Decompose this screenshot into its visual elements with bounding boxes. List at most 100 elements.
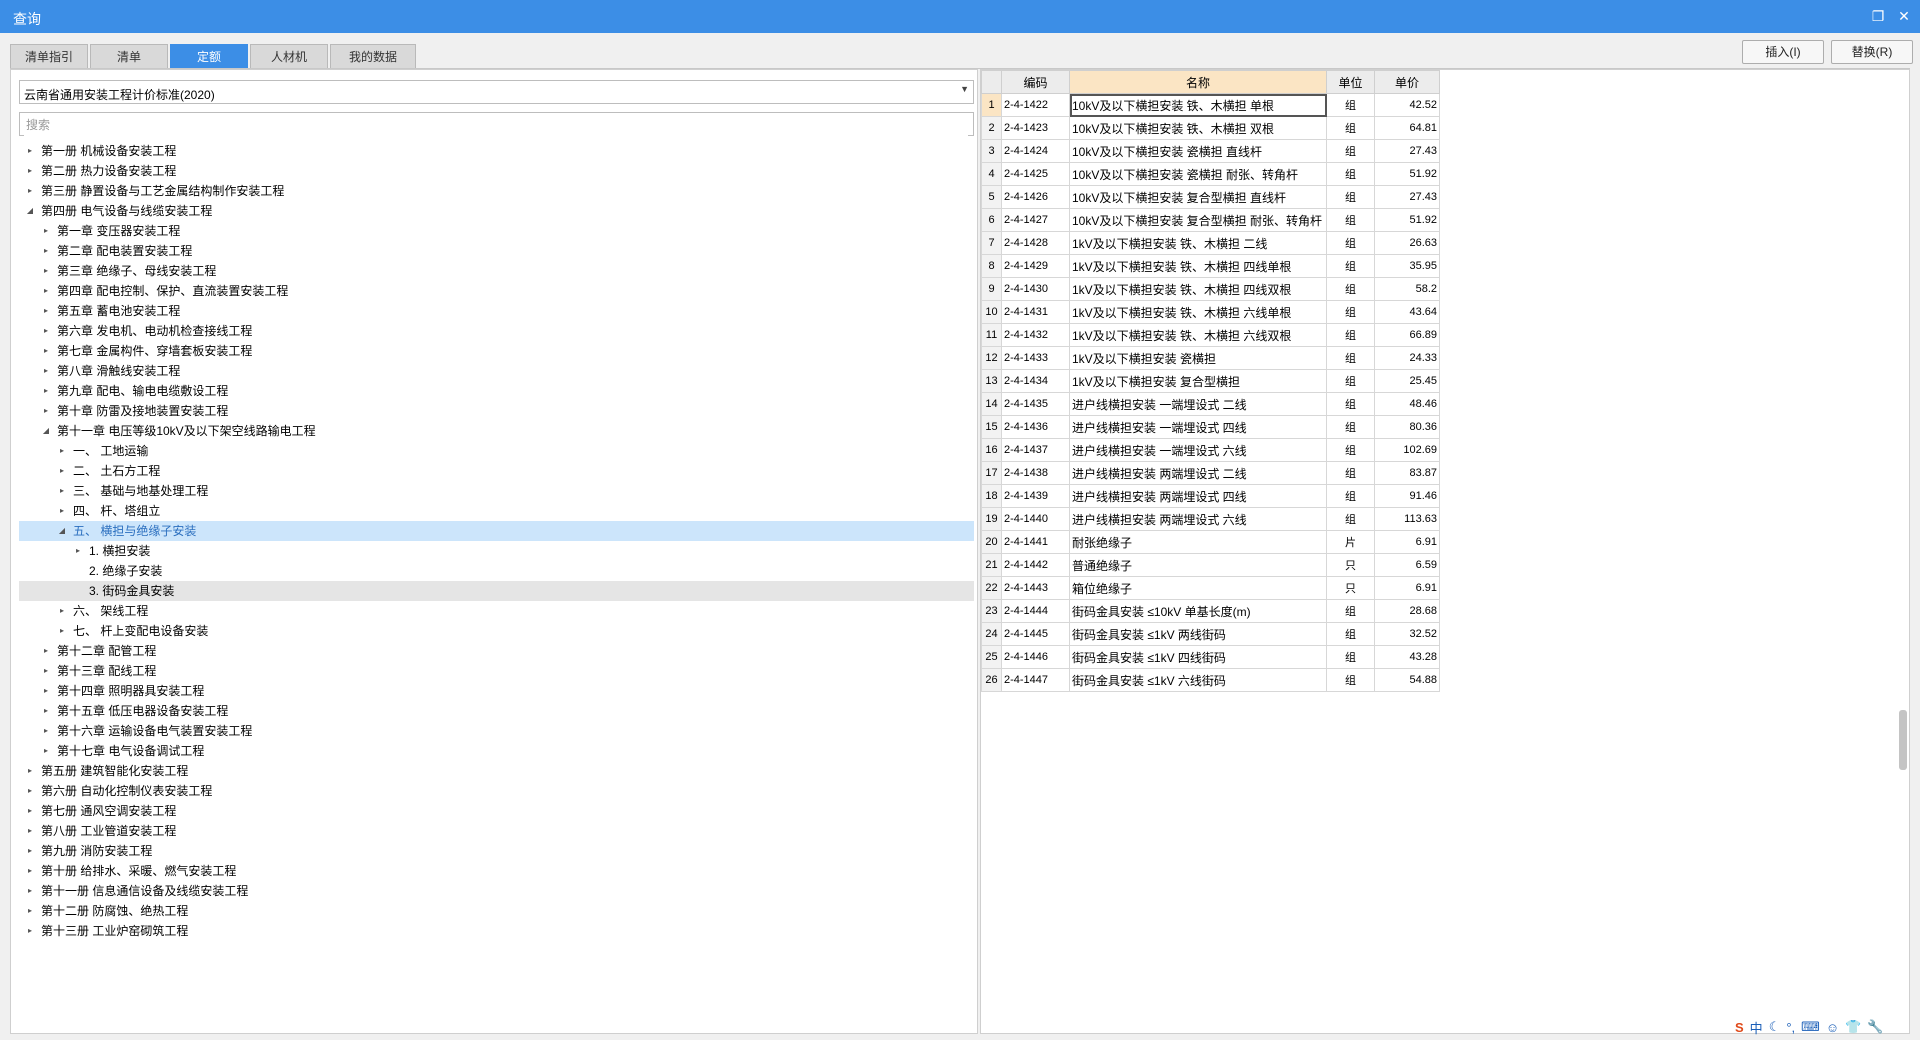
table-row[interactable]: 10 2-4-1431 1kV及以下横担安装 铁、木横担 六线单根组 43.64 xyxy=(981,300,1440,324)
table-row[interactable]: 9 2-4-1430 1kV及以下横担安装 铁、木横担 四线双根组 58.2 xyxy=(981,277,1440,301)
expand-arrow-icon[interactable]: ▸ xyxy=(41,261,51,281)
expand-arrow-icon[interactable]: ▸ xyxy=(25,161,35,181)
table-row[interactable]: 23 2-4-1444 街码金具安装 ≤10kV 单基长度(m) 组 28.68 xyxy=(981,599,1440,623)
cell-name[interactable]: 进户线横担安装 两端埋设式 六线 xyxy=(1069,507,1327,531)
punctuation-icon[interactable]: °, xyxy=(1786,1020,1795,1035)
expand-arrow-icon[interactable]: ▸ xyxy=(41,641,51,661)
expand-arrow-icon[interactable]: ▸ xyxy=(41,401,51,421)
cell-unit[interactable]: 组 xyxy=(1326,139,1375,163)
tree-item[interactable]: ▸ 第三章 绝缘子、母线安装工程 xyxy=(19,261,974,281)
tree-item[interactable]: ▸ 第十五章 低压电器设备安装工程 xyxy=(19,701,974,721)
cell-unit[interactable]: 组 xyxy=(1326,668,1375,692)
expand-arrow-icon[interactable]: ▸ xyxy=(41,361,51,381)
table-row[interactable]: 17 2-4-1438 进户线横担安装 两端埋设式 二线组 83.87 xyxy=(981,461,1440,485)
tab-labor-material-machine[interactable]: 人材机 xyxy=(250,44,328,68)
table-row[interactable]: 15 2-4-1436 进户线横担安装 一端埋设式 四线组 80.36 xyxy=(981,415,1440,439)
expand-arrow-icon[interactable]: ▸ xyxy=(41,661,51,681)
cell-price[interactable]: 54.88 xyxy=(1374,668,1440,692)
cell-code[interactable]: 2-4-1430 xyxy=(1001,277,1070,301)
table-row[interactable]: 1 2-4-1422 10kV及以下横担安装 铁、木横担 单根组 42.52 xyxy=(981,93,1440,117)
cell-unit[interactable]: 组 xyxy=(1326,369,1375,393)
table-row[interactable]: 14 2-4-1435 进户线横担安装 一端埋设式 二线组 48.46 xyxy=(981,392,1440,416)
cell-name[interactable]: 1kV及以下横担安装 铁、木横担 六线单根 xyxy=(1069,300,1327,324)
insert-button[interactable]: 插入(I) xyxy=(1742,40,1824,64)
cell-unit[interactable]: 组 xyxy=(1326,300,1375,324)
tree-item[interactable]: ◢ 第十一章 电压等级10kV及以下架空线路输电工程 xyxy=(19,421,974,441)
tree-item[interactable]: ▸ 第二章 配电装置安装工程 xyxy=(19,241,974,261)
row-number[interactable]: 11 xyxy=(981,323,1002,347)
tab-my-data[interactable]: 我的数据 xyxy=(330,44,416,68)
cell-code[interactable]: 2-4-1431 xyxy=(1001,300,1070,324)
cell-name[interactable]: 1kV及以下横担安装 铁、木横担 二线 xyxy=(1069,231,1327,255)
expand-arrow-icon[interactable]: ▸ xyxy=(41,341,51,361)
row-number[interactable]: 21 xyxy=(981,553,1002,577)
tree-item[interactable]: ▸ 第六册 自动化控制仪表安装工程 xyxy=(19,781,974,801)
cell-code[interactable]: 2-4-1427 xyxy=(1001,208,1070,232)
cell-name[interactable]: 街码金具安装 ≤1kV 两线街码 xyxy=(1069,622,1327,646)
tree-item[interactable]: ▸ 第五册 建筑智能化安装工程 xyxy=(19,761,974,781)
row-number[interactable]: 14 xyxy=(981,392,1002,416)
tree-item[interactable]: ▸ 第十四章 照明器具安装工程 xyxy=(19,681,974,701)
tree-item[interactable]: ▸ 第七章 金属构件、穿墙套板安装工程 xyxy=(19,341,974,361)
cell-unit[interactable]: 组 xyxy=(1326,93,1375,117)
tab-list[interactable]: 清单 xyxy=(90,44,168,68)
shirt-icon[interactable]: 👕 xyxy=(1845,1019,1861,1035)
cell-code[interactable]: 2-4-1447 xyxy=(1001,668,1070,692)
table-row[interactable]: 8 2-4-1429 1kV及以下横担安装 铁、木横担 四线单根组 35.95 xyxy=(981,254,1440,278)
cell-name[interactable]: 1kV及以下横担安装 复合型横担 xyxy=(1069,369,1327,393)
row-number[interactable]: 18 xyxy=(981,484,1002,508)
standard-select[interactable]: 云南省通用安装工程计价标准(2020) ▼ xyxy=(19,80,974,104)
table-row[interactable]: 12 2-4-1433 1kV及以下横担安装 瓷横担组 24.33 xyxy=(981,346,1440,370)
table-row[interactable]: 24 2-4-1445 街码金具安装 ≤1kV 两线街码组 32.52 xyxy=(981,622,1440,646)
row-number[interactable]: 6 xyxy=(981,208,1002,232)
tree-item[interactable]: ▸ 第八章 滑触线安装工程 xyxy=(19,361,974,381)
cell-code[interactable]: 2-4-1424 xyxy=(1001,139,1070,163)
tree-item[interactable]: ◢ 五、 横担与绝缘子安装 xyxy=(19,521,974,541)
tree-item[interactable]: ▸ 第八册 工业管道安装工程 xyxy=(19,821,974,841)
cell-name[interactable]: 10kV及以下横担安装 铁、木横担 单根 xyxy=(1069,93,1327,117)
cell-unit[interactable]: 组 xyxy=(1326,599,1375,623)
cell-name[interactable]: 10kV及以下横担安装 铁、木横担 双根 xyxy=(1069,116,1327,140)
expand-arrow-icon[interactable]: ▸ xyxy=(41,681,51,701)
cell-price[interactable]: 42.52 xyxy=(1374,93,1440,117)
row-number[interactable]: 5 xyxy=(981,185,1002,209)
cell-unit[interactable]: 组 xyxy=(1326,507,1375,531)
row-number[interactable]: 4 xyxy=(981,162,1002,186)
cell-price[interactable]: 24.33 xyxy=(1374,346,1440,370)
table-row[interactable]: 5 2-4-1426 10kV及以下横担安装 复合型横担 直线杆组 27.43 xyxy=(981,185,1440,209)
expand-arrow-icon[interactable]: ▸ xyxy=(57,621,67,641)
tree-item[interactable]: 3. 街码金具安装 xyxy=(19,581,974,601)
header-code[interactable]: 编码 xyxy=(1001,70,1070,94)
cell-name[interactable]: 进户线横担安装 两端埋设式 二线 xyxy=(1069,461,1327,485)
cell-name[interactable]: 10kV及以下横担安装 瓷横担 直线杆 xyxy=(1069,139,1327,163)
expand-arrow-icon[interactable]: ▸ xyxy=(41,241,51,261)
cell-name[interactable]: 10kV及以下横担安装 复合型横担 直线杆 xyxy=(1069,185,1327,209)
tree-item[interactable]: ▸ 一、 工地运输 xyxy=(19,441,974,461)
expand-arrow-icon[interactable]: ▸ xyxy=(25,881,35,901)
cell-code[interactable]: 2-4-1442 xyxy=(1001,553,1070,577)
sogou-s-icon[interactable]: S xyxy=(1735,1020,1744,1035)
cell-code[interactable]: 2-4-1435 xyxy=(1001,392,1070,416)
collapse-arrow-icon[interactable]: ◢ xyxy=(41,421,51,441)
cell-price[interactable]: 48.46 xyxy=(1374,392,1440,416)
restore-icon[interactable]: ❐ xyxy=(1869,7,1887,25)
row-number[interactable]: 13 xyxy=(981,369,1002,393)
tree-item[interactable]: ▸ 二、 土石方工程 xyxy=(19,461,974,481)
expand-arrow-icon[interactable]: ▸ xyxy=(25,861,35,881)
tree-item[interactable]: ▸ 第十章 防雷及接地装置安装工程 xyxy=(19,401,974,421)
table-row[interactable]: 4 2-4-1425 10kV及以下横担安装 瓷横担 耐张、转角杆组 51.92 xyxy=(981,162,1440,186)
cell-price[interactable]: 27.43 xyxy=(1374,139,1440,163)
cell-price[interactable]: 6.59 xyxy=(1374,553,1440,577)
collapse-arrow-icon[interactable]: ◢ xyxy=(57,521,67,541)
cell-code[interactable]: 2-4-1443 xyxy=(1001,576,1070,600)
row-number[interactable]: 25 xyxy=(981,645,1002,669)
expand-arrow-icon[interactable]: ▸ xyxy=(57,601,67,621)
table-row[interactable]: 2 2-4-1423 10kV及以下横担安装 铁、木横担 双根组 64.81 xyxy=(981,116,1440,140)
table-row[interactable]: 20 2-4-1441 耐张绝缘子片 6.91 xyxy=(981,530,1440,554)
row-number[interactable]: 20 xyxy=(981,530,1002,554)
cell-name[interactable]: 进户线横担安装 一端埋设式 六线 xyxy=(1069,438,1327,462)
tree-item[interactable]: ▸ 三、 基础与地基处理工程 xyxy=(19,481,974,501)
cell-name[interactable]: 1kV及以下横担安装 铁、木横担 四线双根 xyxy=(1069,277,1327,301)
expand-arrow-icon[interactable]: ▸ xyxy=(57,481,67,501)
moon-icon[interactable]: ☾ xyxy=(1769,1019,1781,1035)
